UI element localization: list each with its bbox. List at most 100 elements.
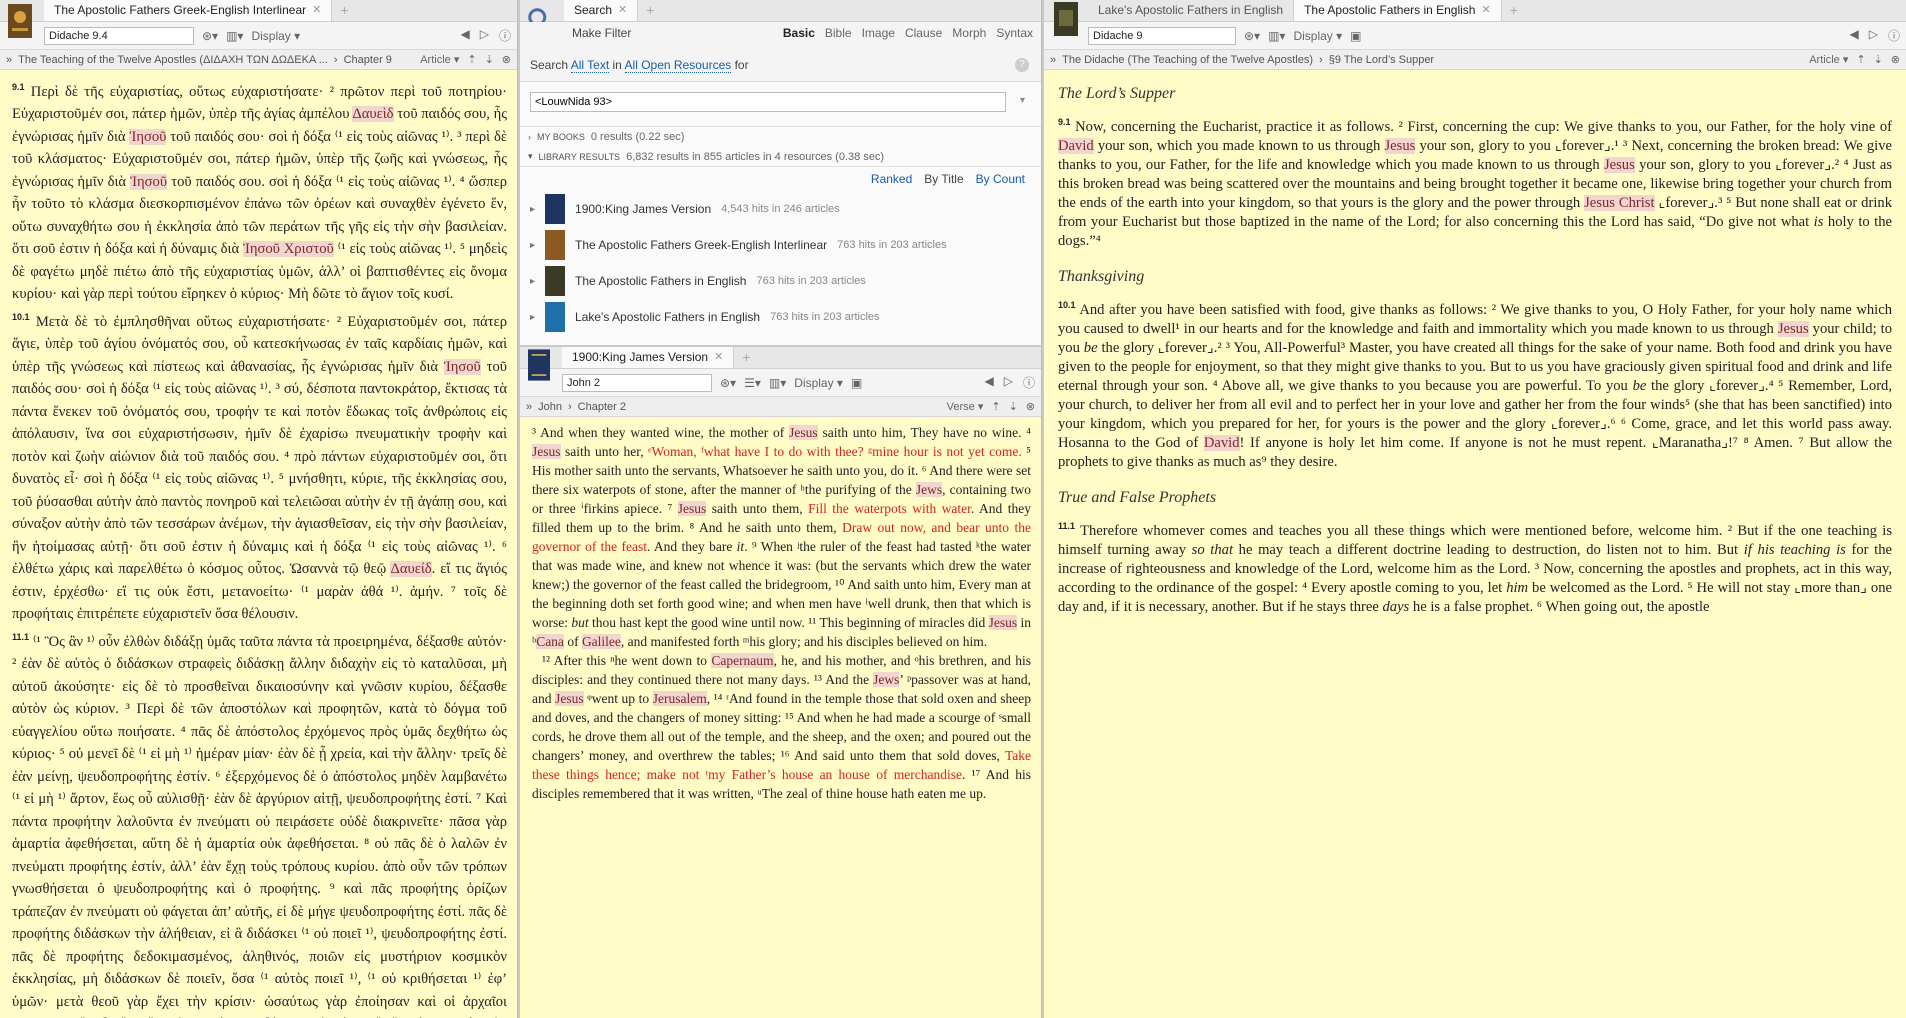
kjv-cover-icon[interactable] bbox=[528, 349, 550, 381]
verse-number[interactable]: 10.1 bbox=[12, 312, 30, 322]
scroll-down-icon[interactable]: ⇣ bbox=[485, 53, 494, 66]
tab-apostolic-fathers-english[interactable]: The Apostolic Fathers in English ✕ bbox=[1294, 0, 1502, 21]
result-title[interactable]: 1900:King James Version bbox=[575, 202, 711, 216]
help-icon[interactable]: ? bbox=[1015, 58, 1029, 72]
search-query-input[interactable] bbox=[530, 92, 1006, 112]
sidebar-toggle-icon[interactable]: » bbox=[526, 401, 532, 413]
display-menu[interactable]: Display ▾ bbox=[1293, 29, 1342, 43]
close-tab-icon[interactable]: ✕ bbox=[1481, 0, 1490, 21]
panel-layout-icon[interactable]: ▥▾ bbox=[226, 29, 243, 43]
expand-icon[interactable]: ▸ bbox=[530, 312, 535, 323]
search-kind-tab-syntax[interactable]: Syntax bbox=[996, 26, 1033, 40]
reference-input[interactable] bbox=[562, 373, 712, 392]
info-icon[interactable]: ⓘ bbox=[499, 27, 511, 44]
search-kind-tab-bible[interactable]: Bible bbox=[825, 26, 852, 40]
back-icon[interactable]: ◀ bbox=[985, 374, 994, 391]
expand-icon[interactable]: › bbox=[528, 132, 531, 142]
close-tab-icon[interactable]: ✕ bbox=[312, 0, 321, 21]
search-kind-tab-morph[interactable]: Morph bbox=[952, 26, 986, 40]
result-title[interactable]: The Apostolic Fathers Greek-English Inte… bbox=[575, 238, 827, 252]
search-kind-tab-image[interactable]: Image bbox=[862, 26, 895, 40]
display-menu[interactable]: Display ▾ bbox=[794, 376, 843, 390]
query-history-icon[interactable]: ▾ bbox=[1020, 95, 1025, 106]
search-kind-tab-basic[interactable]: Basic bbox=[783, 26, 815, 40]
breadcrumb-section[interactable]: §9 The Lord’s Supper bbox=[1329, 54, 1434, 66]
print-icon[interactable]: ▣ bbox=[851, 376, 862, 390]
english-text-body[interactable]: The Lord’s Supper 9.1 Now, concerning the… bbox=[1044, 70, 1906, 617]
back-icon[interactable]: ◀ bbox=[461, 27, 470, 44]
sort-by-count[interactable]: By Count bbox=[976, 172, 1025, 186]
library-results-row[interactable]: ▾ LIBRARY RESULTS 6,832 results in 855 a… bbox=[520, 147, 1041, 167]
expand-icon[interactable]: ▸ bbox=[530, 276, 535, 287]
forward-icon[interactable]: ▷ bbox=[1869, 27, 1878, 44]
panel-layout-icon[interactable]: ▥▾ bbox=[1268, 29, 1285, 43]
close-pane-icon[interactable]: ⊗ bbox=[1891, 53, 1900, 66]
close-pane-icon[interactable]: ⊗ bbox=[502, 53, 511, 66]
tab-search[interactable]: Search ✕ bbox=[564, 0, 639, 21]
sidebar-toggle-icon[interactable]: » bbox=[1050, 54, 1056, 66]
info-icon[interactable]: ⓘ bbox=[1023, 374, 1035, 391]
forward-icon[interactable]: ▷ bbox=[1004, 374, 1013, 391]
reference-input[interactable] bbox=[44, 26, 194, 45]
panel-layout-icon[interactable]: ▥▾ bbox=[769, 376, 786, 390]
forward-icon[interactable]: ▷ bbox=[480, 27, 489, 44]
close-tab-icon[interactable]: ✕ bbox=[618, 0, 627, 21]
visual-filters-icon[interactable]: ☰▾ bbox=[744, 376, 761, 390]
add-tab-icon[interactable]: + bbox=[638, 0, 662, 21]
greek-text-body[interactable]: 9.1 Περὶ δὲ τῆς εὐχαριστίας, οὕτως εὐχαρ… bbox=[0, 70, 517, 1018]
collapse-icon[interactable]: ▾ bbox=[528, 151, 533, 162]
result-row[interactable]: ▸ The Apostolic Fathers Greek-English Int… bbox=[520, 227, 1041, 263]
scroll-up-icon[interactable]: ⇡ bbox=[991, 400, 1000, 413]
my-books-row[interactable]: › MY BOOKS 0 results (0.22 sec) bbox=[520, 127, 1041, 147]
make-filter-button[interactable]: Make Filter bbox=[572, 26, 631, 40]
view-mode-select[interactable]: Article ▾ bbox=[1809, 53, 1848, 66]
result-title[interactable]: The Apostolic Fathers in English bbox=[575, 274, 746, 288]
result-title[interactable]: Lake's Apostolic Fathers in English bbox=[575, 310, 760, 324]
close-pane-icon[interactable]: ⊗ bbox=[1026, 400, 1035, 413]
result-row[interactable]: ▸ Lake's Apostolic Fathers in English 763 … bbox=[520, 299, 1041, 335]
reference-input[interactable] bbox=[1088, 26, 1236, 45]
sidebar-toggle-icon[interactable]: » bbox=[6, 54, 12, 66]
result-row[interactable]: ▸ The Apostolic Fathers in English 763 hit… bbox=[520, 263, 1041, 299]
resource-cover-icon[interactable] bbox=[1054, 2, 1078, 36]
add-tab-icon[interactable]: + bbox=[332, 0, 356, 21]
print-icon[interactable]: ▣ bbox=[1350, 29, 1361, 43]
breadcrumb-book[interactable]: John bbox=[538, 401, 562, 413]
parallel-resources-icon[interactable]: ⊛▾ bbox=[1244, 29, 1260, 43]
breadcrumb-chapter[interactable]: Chapter 2 bbox=[578, 401, 626, 413]
info-icon[interactable]: ⓘ bbox=[1888, 27, 1900, 44]
sort-by-title[interactable]: By Title bbox=[924, 172, 963, 186]
expand-icon[interactable]: ▸ bbox=[530, 204, 535, 215]
add-tab-icon[interactable]: + bbox=[1502, 0, 1526, 21]
verse-number[interactable]: 11.1 bbox=[12, 632, 29, 642]
view-mode-select[interactable]: Verse ▾ bbox=[947, 400, 984, 413]
breadcrumb-title[interactable]: The Teaching of the Twelve Apostles (ΔΙΔ… bbox=[18, 54, 328, 66]
tab-greek-interlinear[interactable]: The Apostolic Fathers Greek-English Inte… bbox=[44, 0, 333, 21]
parallel-resources-icon[interactable]: ⊛▾ bbox=[720, 376, 736, 390]
scope-text-link[interactable]: All Text bbox=[570, 58, 610, 73]
scroll-down-icon[interactable]: ⇣ bbox=[1874, 53, 1883, 66]
scope-resources-link[interactable]: All Open Resources bbox=[624, 58, 732, 73]
search-kind-tab-clause[interactable]: Clause bbox=[905, 26, 942, 40]
verse-number[interactable]: 11.1 bbox=[1058, 521, 1075, 531]
breadcrumb-title[interactable]: The Didache (The Teaching of the Twelve … bbox=[1062, 54, 1313, 66]
expand-icon[interactable]: ▸ bbox=[530, 240, 535, 251]
breadcrumb-chapter[interactable]: Chapter 9 bbox=[344, 54, 392, 66]
resource-cover-icon[interactable] bbox=[8, 4, 32, 38]
verse-number[interactable]: 9.1 bbox=[1058, 117, 1071, 127]
display-menu[interactable]: Display ▾ bbox=[251, 29, 300, 43]
scroll-up-icon[interactable]: ⇡ bbox=[1856, 53, 1865, 66]
scroll-down-icon[interactable]: ⇣ bbox=[1009, 400, 1018, 413]
add-tab-icon[interactable]: + bbox=[734, 347, 758, 368]
scroll-up-icon[interactable]: ⇡ bbox=[467, 53, 476, 66]
result-row[interactable]: ▸ 1900:King James Version 4,543 hits in 24… bbox=[520, 191, 1041, 227]
back-icon[interactable]: ◀ bbox=[1850, 27, 1859, 44]
tab-kjv[interactable]: 1900:King James Version ✕ bbox=[562, 347, 735, 368]
tab-lakes-apostolic-fathers[interactable]: Lake's Apostolic Fathers in English bbox=[1088, 0, 1295, 21]
close-tab-icon[interactable]: ✕ bbox=[714, 347, 723, 368]
verse-number[interactable]: 10.1 bbox=[1058, 300, 1076, 310]
parallel-resources-icon[interactable]: ⊛▾ bbox=[202, 29, 218, 43]
view-mode-select[interactable]: Article ▾ bbox=[420, 53, 459, 66]
sort-ranked[interactable]: Ranked bbox=[871, 172, 912, 186]
verse-number[interactable]: 9.1 bbox=[12, 82, 25, 92]
